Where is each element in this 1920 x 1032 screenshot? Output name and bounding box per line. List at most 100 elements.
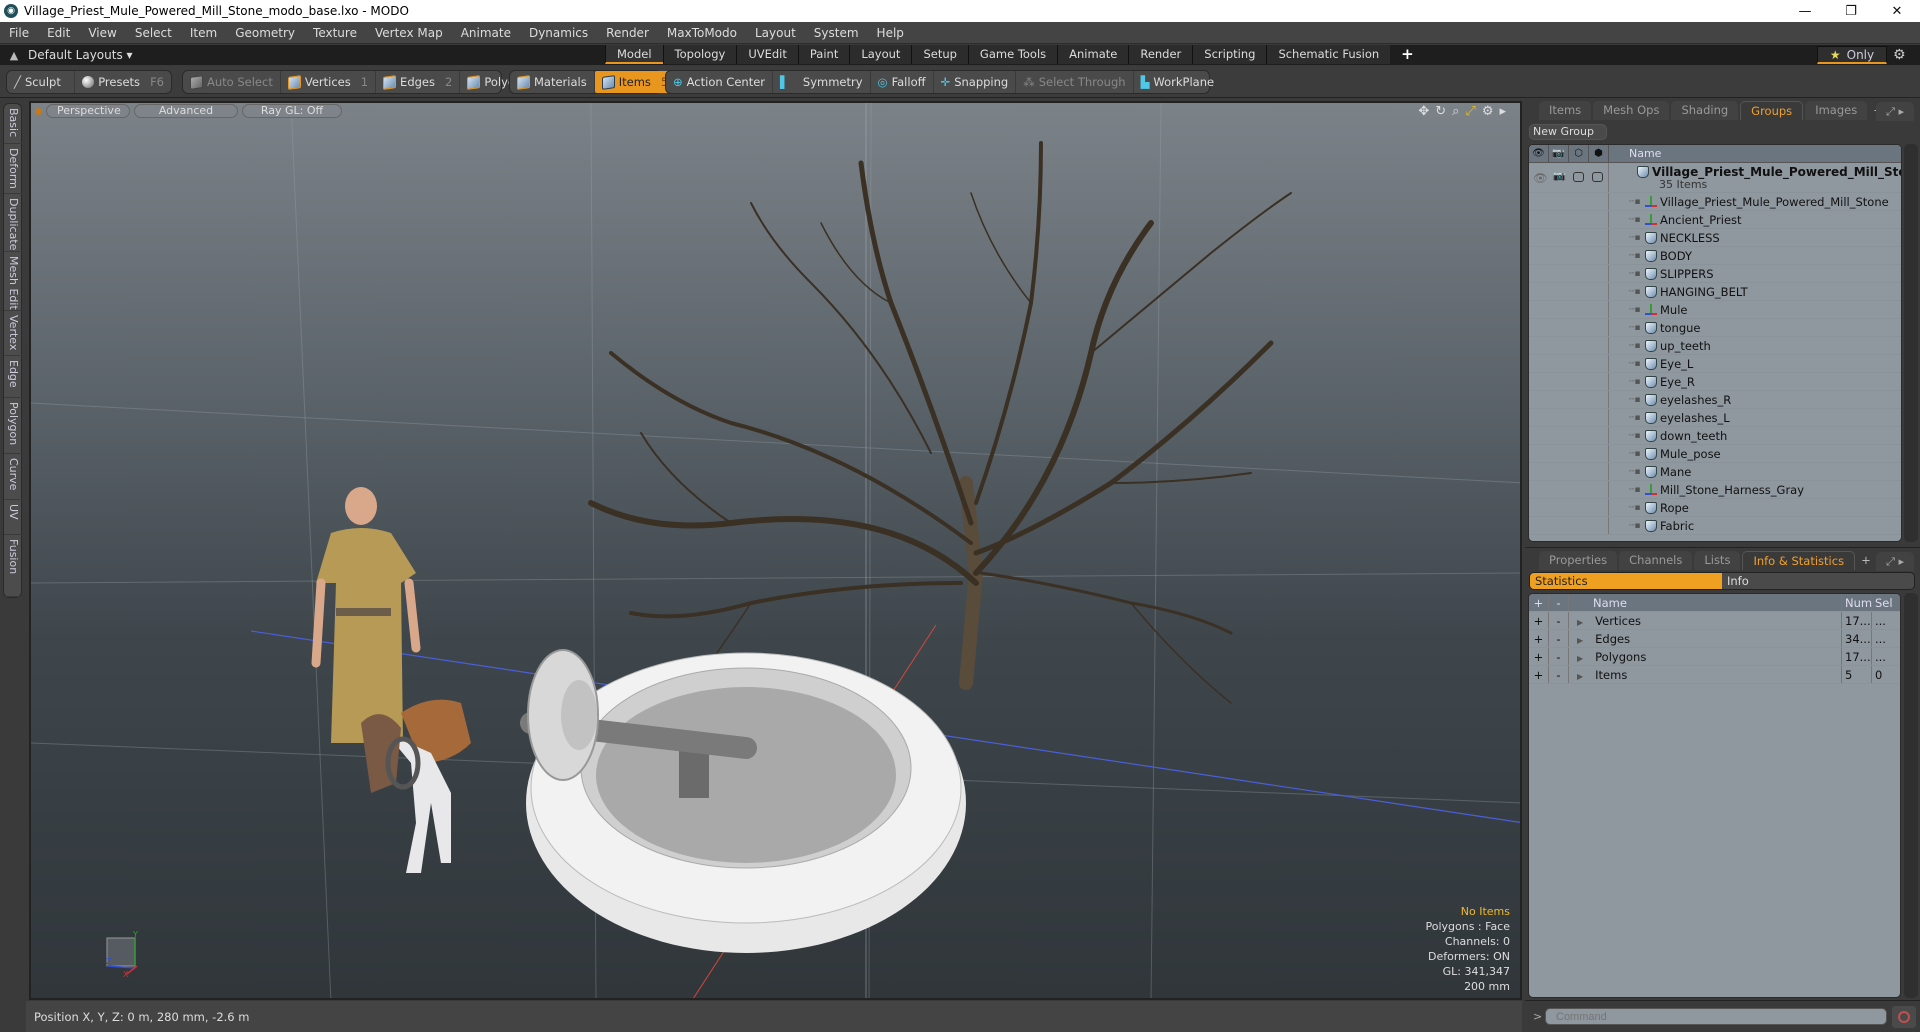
viewport-settings-gear-icon[interactable]: ⚙ bbox=[1482, 104, 1494, 119]
lock-column-cube-icon[interactable]: ⬡ bbox=[1569, 145, 1589, 163]
select-column-cube-icon[interactable]: ⬢ bbox=[1589, 145, 1609, 163]
tab-info-statistics[interactable]: Info & Statistics bbox=[1742, 551, 1856, 570]
tab-animate[interactable]: Animate bbox=[1057, 45, 1129, 64]
maximize-button[interactable]: ❐ bbox=[1828, 0, 1874, 22]
group-item-row[interactable]: ┈▪ Ancient_Priest bbox=[1529, 211, 1901, 229]
menu-item[interactable]: Item bbox=[181, 26, 226, 40]
tab-schematic-fusion[interactable]: Schematic Fusion bbox=[1266, 45, 1391, 64]
add-info-tab-button[interactable]: + bbox=[1857, 551, 1875, 570]
group-item-row[interactable]: ┈▪ Eye_L bbox=[1529, 355, 1901, 373]
statistics-row[interactable]: + - ▶ Edges 34...... bbox=[1529, 630, 1900, 648]
tab-items[interactable]: Items bbox=[1539, 101, 1592, 120]
root-visibility-eye-icon[interactable]: 👁 bbox=[1533, 171, 1548, 185]
vtab-fusion[interactable]: Fusion bbox=[4, 535, 23, 597]
expand-button[interactable]: + bbox=[1529, 666, 1549, 683]
tab-scripting[interactable]: Scripting bbox=[1192, 45, 1267, 64]
record-macro-button[interactable] bbox=[1892, 1006, 1916, 1028]
group-item-row[interactable]: ┈▪ up_teeth bbox=[1529, 337, 1901, 355]
tab-game-tools[interactable]: Game Tools bbox=[967, 45, 1058, 64]
root-lock-toggle[interactable] bbox=[1573, 172, 1584, 182]
menu-dynamics[interactable]: Dynamics bbox=[520, 26, 597, 40]
group-item-row[interactable]: ┈▪ eyelashes_R bbox=[1529, 391, 1901, 409]
menu-select[interactable]: Select bbox=[126, 26, 181, 40]
tab-lists[interactable]: Lists bbox=[1694, 551, 1741, 570]
vtab-deform[interactable]: Deform bbox=[4, 144, 23, 194]
group-item-row[interactable]: ┈▪ BODY bbox=[1529, 247, 1901, 265]
group-item-row[interactable]: ┈▪ Mane bbox=[1529, 463, 1901, 481]
group-item-row[interactable]: ┈▪ Mule_pose bbox=[1529, 445, 1901, 463]
menu-vertex-map[interactable]: Vertex Map bbox=[366, 26, 452, 40]
snapping-button[interactable]: ✛ Snapping bbox=[934, 71, 1017, 93]
group-item-row[interactable]: ┈▪ Eye_R bbox=[1529, 373, 1901, 391]
vtab-basic[interactable]: Basic bbox=[4, 104, 23, 144]
menu-file[interactable]: File bbox=[0, 26, 38, 40]
action-center-button[interactable]: ⊕ Action Center bbox=[666, 71, 774, 93]
menu-render[interactable]: Render bbox=[597, 26, 658, 40]
3d-viewport[interactable]: Perspective Advanced Ray GL: Off ✥ ↻ ⌕ ⤢… bbox=[29, 101, 1522, 1000]
root-select-toggle[interactable] bbox=[1592, 172, 1603, 182]
raygl-toggle[interactable]: Ray GL: Off bbox=[242, 104, 342, 118]
menu-geometry[interactable]: Geometry bbox=[226, 26, 304, 40]
collapse-button[interactable]: - bbox=[1549, 666, 1569, 683]
vertices-button[interactable]: Vertices 1 bbox=[281, 71, 377, 93]
vtab-curve[interactable]: Curve bbox=[4, 454, 23, 500]
tab-layout[interactable]: Layout bbox=[849, 45, 912, 64]
collapse-all-header[interactable]: - bbox=[1549, 594, 1569, 611]
maximize-info-panel-icon[interactable]: ⤢ ▸ bbox=[1876, 552, 1914, 571]
render-column-camera-icon[interactable]: 📷 bbox=[1549, 145, 1569, 163]
materials-button[interactable]: Materials bbox=[510, 71, 595, 93]
items-button[interactable]: Items 5 bbox=[594, 71, 676, 93]
pan-icon[interactable]: ✥ bbox=[1418, 104, 1429, 119]
group-item-row[interactable]: ┈▪ Village_Priest_Mule_Powered_Mill_Stone bbox=[1529, 193, 1901, 211]
viewport-more-icon[interactable]: ▸ bbox=[1499, 104, 1506, 119]
group-root-row[interactable]: 👁 📷 Village_Priest_Mule_Powered_Mill_Sto… bbox=[1529, 163, 1901, 193]
tab-shading[interactable]: Shading bbox=[1671, 101, 1739, 120]
fit-view-icon[interactable]: ⤢ bbox=[1465, 104, 1475, 119]
vtab-polygon[interactable]: Polygon bbox=[4, 398, 23, 454]
group-item-row[interactable]: ┈▪ Fabric bbox=[1529, 517, 1901, 535]
workplane-button[interactable]: ▙ WorkPlane bbox=[1134, 71, 1222, 93]
visibility-column-eye-icon[interactable]: 👁 bbox=[1529, 145, 1549, 163]
symmetry-button[interactable]: ▌ Symmetry bbox=[773, 71, 871, 93]
group-item-row[interactable]: ┈▪ HANGING_BELT bbox=[1529, 283, 1901, 301]
menu-system[interactable]: System bbox=[805, 26, 868, 40]
menu-view[interactable]: View bbox=[79, 26, 125, 40]
vtab-edge[interactable]: Edge bbox=[4, 356, 23, 398]
gear-icon[interactable]: ⚙ bbox=[1893, 47, 1906, 63]
tab-groups[interactable]: Groups bbox=[1740, 101, 1804, 120]
groups-scrollbar[interactable] bbox=[1904, 144, 1918, 542]
group-item-row[interactable]: ┈▪ Mule bbox=[1529, 301, 1901, 319]
group-item-row[interactable]: ┈▪ down_teeth bbox=[1529, 427, 1901, 445]
sculpt-button[interactable]: ╱ Sculpt bbox=[7, 71, 76, 93]
command-input[interactable] bbox=[1545, 1008, 1887, 1025]
default-layouts-dropdown[interactable]: Default Layouts ▾ bbox=[28, 48, 133, 62]
menu-animate[interactable]: Animate bbox=[452, 26, 520, 40]
tab-uvedit[interactable]: UVEdit bbox=[736, 45, 798, 64]
statistics-row[interactable]: + - ▶ Items 5 0 bbox=[1529, 666, 1900, 684]
rotate-icon[interactable]: ↻ bbox=[1435, 104, 1446, 119]
group-item-row[interactable]: ┈▪ SLIPPERS bbox=[1529, 265, 1901, 283]
collapse-toolbar-icon[interactable]: ▲ bbox=[0, 49, 28, 62]
collapse-button[interactable]: - bbox=[1549, 612, 1569, 629]
tab-setup[interactable]: Setup bbox=[911, 45, 968, 64]
select-through-button[interactable]: ⁂ Select Through bbox=[1016, 71, 1134, 93]
expand-triangle-icon[interactable]: ▶ bbox=[1577, 672, 1583, 681]
add-tab-button[interactable]: + bbox=[1390, 45, 1425, 64]
maximize-panel-icon[interactable]: ⤢ ▸ bbox=[1876, 102, 1914, 121]
menu-edit[interactable]: Edit bbox=[38, 26, 79, 40]
new-group-button[interactable]: New Group bbox=[1529, 124, 1607, 140]
expand-button[interactable]: + bbox=[1529, 630, 1549, 647]
shading-advanced-dropdown[interactable]: Advanced bbox=[134, 104, 238, 118]
only-toggle-button[interactable]: ★ Only bbox=[1817, 46, 1887, 64]
tab-topology[interactable]: Topology bbox=[662, 45, 737, 64]
tab-properties[interactable]: Properties bbox=[1539, 551, 1618, 570]
presets-button[interactable]: Presets F6 bbox=[75, 71, 171, 93]
tab-mesh-ops[interactable]: Mesh Ops bbox=[1593, 101, 1670, 120]
expand-button[interactable]: + bbox=[1529, 612, 1549, 629]
expand-triangle-icon[interactable]: ▶ bbox=[1577, 618, 1583, 627]
tab-channels[interactable]: Channels bbox=[1619, 551, 1693, 570]
statistics-row[interactable]: + - ▶ Polygons 17...... bbox=[1529, 648, 1900, 666]
subtab-statistics[interactable]: Statistics bbox=[1530, 573, 1722, 589]
menu-texture[interactable]: Texture bbox=[304, 26, 366, 40]
expand-triangle-icon[interactable]: ▶ bbox=[1577, 636, 1583, 645]
